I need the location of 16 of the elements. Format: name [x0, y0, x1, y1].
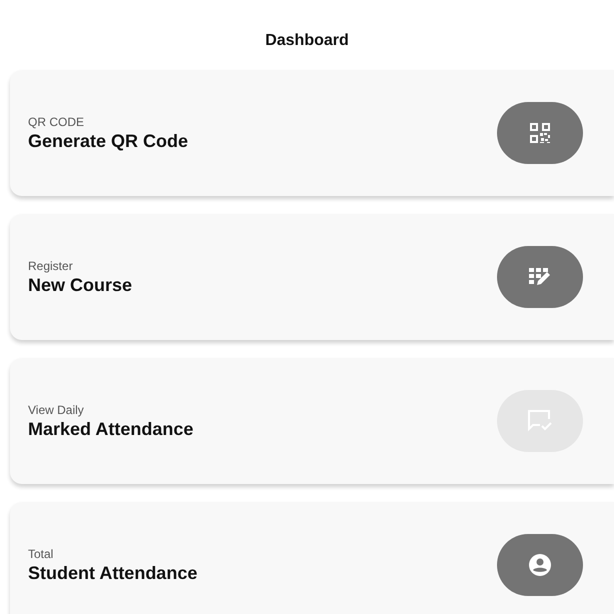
account-icon — [528, 553, 552, 577]
grid-pencil-icon — [528, 266, 552, 288]
card-caption: QR CODE — [28, 114, 86, 128]
card-title: Marked Attendance — [28, 418, 194, 440]
chat-check-icon — [526, 408, 554, 434]
card-caption: Total — [28, 546, 54, 560]
card-caption: View Daily — [28, 402, 85, 416]
card-title: Generate QR Code — [28, 130, 188, 152]
dashboard-card[interactable]: QR CODE Generate QR Code — [10, 70, 614, 196]
dashboard-card[interactable]: Total Student Attendance — [10, 502, 614, 614]
card-caption: Register — [28, 258, 74, 272]
screen-title: Dashboard — [265, 32, 349, 50]
qr-code-icon — [529, 122, 551, 144]
card-title: New Course — [28, 274, 132, 296]
card-title: Student Attendance — [28, 562, 198, 584]
dashboard-card[interactable]: Register New Course — [10, 214, 614, 340]
